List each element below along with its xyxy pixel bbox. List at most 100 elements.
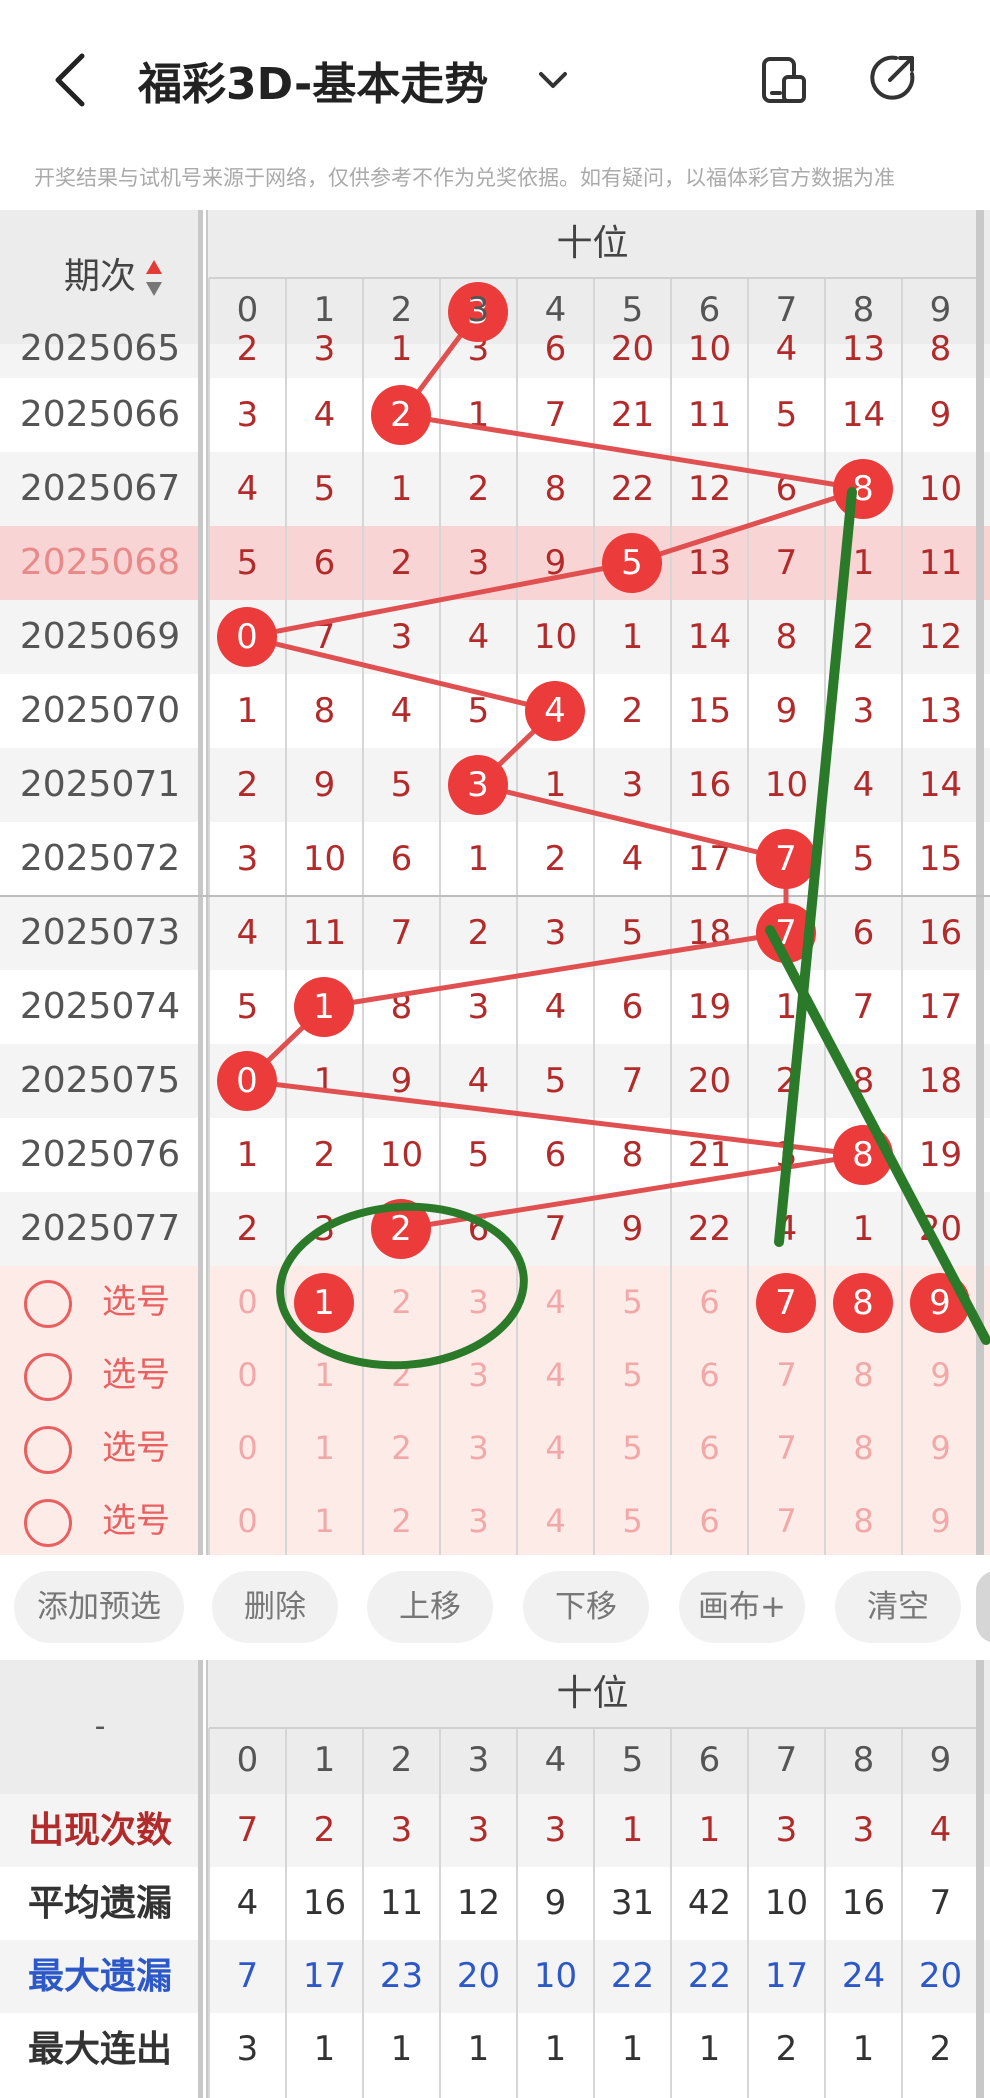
miss-value: 10 [533,617,578,657]
clear-button[interactable]: 清空 [835,1571,961,1643]
select-digit[interactable]: 4 [517,1412,594,1485]
miss-value: 21 [687,1135,732,1175]
stats-digit-header: 8 [852,1740,875,1780]
select-digit[interactable]: 2 [363,1266,440,1339]
miss-value: 9 [621,1209,644,1249]
sort-icon[interactable] [144,258,164,298]
select-digit[interactable]: 8 [825,1412,902,1485]
radio-icon[interactable] [24,1279,72,1328]
delete-button[interactable]: 删除 [212,1571,338,1643]
miss-value: 7 [621,1061,644,1101]
miss-value: 8 [313,691,336,731]
select-digit[interactable]: 5 [594,1412,671,1485]
stats-value: 3 [390,1810,413,1850]
radio-icon[interactable] [24,1352,72,1401]
select-row-label[interactable]: 选号 [24,1412,170,1485]
phone-icon[interactable] [758,55,808,105]
stats-value: 16 [302,1883,347,1923]
chevron-down-icon[interactable] [535,62,571,98]
select-digit[interactable]: 6 [671,1412,748,1485]
select-digit[interactable]: 9 [902,1339,979,1412]
select-digit[interactable]: 0 [209,1339,286,1412]
miss-value: 7 [775,543,798,583]
select-digit[interactable]: 2 [363,1485,440,1555]
miss-value: 2 [775,1061,798,1101]
period-cell: 2025066 [19,394,181,435]
stats-row-label: 平均遗漏 [27,1883,172,1924]
miss-value: 4 [775,1209,798,1249]
select-row-label[interactable]: 选号 [24,1266,170,1339]
select-digit[interactable]: 3 [440,1412,517,1485]
select-ball-selected[interactable]: 9 [910,1273,970,1333]
select-digit[interactable]: 6 [671,1485,748,1555]
select-digit[interactable]: 2 [363,1339,440,1412]
select-ball-selected[interactable]: 7 [756,1273,816,1333]
miss-value: 5 [852,839,875,879]
miss-value: 2 [390,543,413,583]
stats-value: 17 [764,1956,809,1996]
select-digit[interactable]: 1 [286,1339,363,1412]
miss-value: 4 [467,617,490,657]
select-digit[interactable]: 3 [440,1266,517,1339]
add-preselect-button[interactable]: 添加预选 [14,1571,184,1643]
radio-icon[interactable] [24,1498,72,1547]
page-title[interactable]: 福彩3D-基本走势 [138,48,488,112]
select-digit[interactable]: 8 [825,1339,902,1412]
select-digit[interactable]: 5 [594,1485,671,1555]
select-digit[interactable]: 7 [748,1485,825,1555]
miss-value: 3 [467,987,490,1027]
move-up-button[interactable]: 上移 [367,1571,493,1643]
select-digit[interactable]: 5 [594,1266,671,1339]
select-digit[interactable]: 7 [748,1339,825,1412]
select-digit[interactable]: 0 [209,1485,286,1555]
radio-icon[interactable] [24,1425,72,1474]
share-icon[interactable] [868,52,918,102]
digit-header-2: 2 [390,290,413,330]
stats-value: 10 [533,1956,578,1996]
select-ball-selected[interactable]: 1 [294,1273,354,1333]
miss-value: 14 [687,617,732,657]
miss-value: 5 [467,1135,490,1175]
stats-value: 10 [764,1883,809,1923]
stats-value: 2 [929,2029,952,2069]
miss-value: 17 [687,839,732,879]
select-digit[interactable]: 6 [671,1339,748,1412]
select-digit[interactable]: 9 [902,1412,979,1485]
digit-header-5: 5 [621,290,644,330]
canvas-plus-button[interactable]: 画布+ [679,1571,805,1643]
miss-value: 1 [775,987,798,1027]
select-digit[interactable]: 6 [671,1266,748,1339]
miss-value: 4 [313,395,336,435]
more-button[interactable] [976,1571,990,1643]
select-digit[interactable]: 4 [517,1485,594,1555]
select-digit[interactable]: 3 [440,1485,517,1555]
miss-value: 1 [390,469,413,509]
select-row-label[interactable]: 选号 [24,1485,170,1555]
select-digit[interactable]: 8 [825,1485,902,1555]
miss-value: 15 [918,839,963,879]
miss-value: 5 [621,913,644,953]
select-ball-selected[interactable]: 8 [833,1273,893,1333]
app-header: 福彩3D-基本走势 开奖结果与试机号来源于网络，仅供参考不作为兑奖依据。如有疑问… [0,0,990,190]
move-down-button[interactable]: 下移 [523,1571,649,1643]
select-digit[interactable]: 3 [440,1339,517,1412]
select-digit[interactable]: 7 [748,1412,825,1485]
select-digit[interactable]: 4 [517,1266,594,1339]
select-digit[interactable]: 0 [209,1266,286,1339]
trend-ball: 2 [371,385,431,445]
select-digit[interactable]: 2 [363,1412,440,1485]
select-digit[interactable]: 9 [902,1485,979,1555]
select-digit[interactable]: 1 [286,1412,363,1485]
stats-value: 7 [929,1883,952,1923]
miss-value: 2 [852,617,875,657]
select-digit[interactable]: 4 [517,1339,594,1412]
select-digit[interactable]: 5 [594,1339,671,1412]
miss-value: 3 [236,839,259,879]
back-icon[interactable] [50,52,90,108]
select-row-label[interactable]: 选号 [24,1339,170,1412]
stats-value: 1 [852,2029,875,2069]
select-digit[interactable]: 1 [286,1485,363,1555]
miss-value: 13 [687,543,732,583]
select-digit[interactable]: 0 [209,1412,286,1485]
period-header[interactable]: 期次 [0,210,200,344]
